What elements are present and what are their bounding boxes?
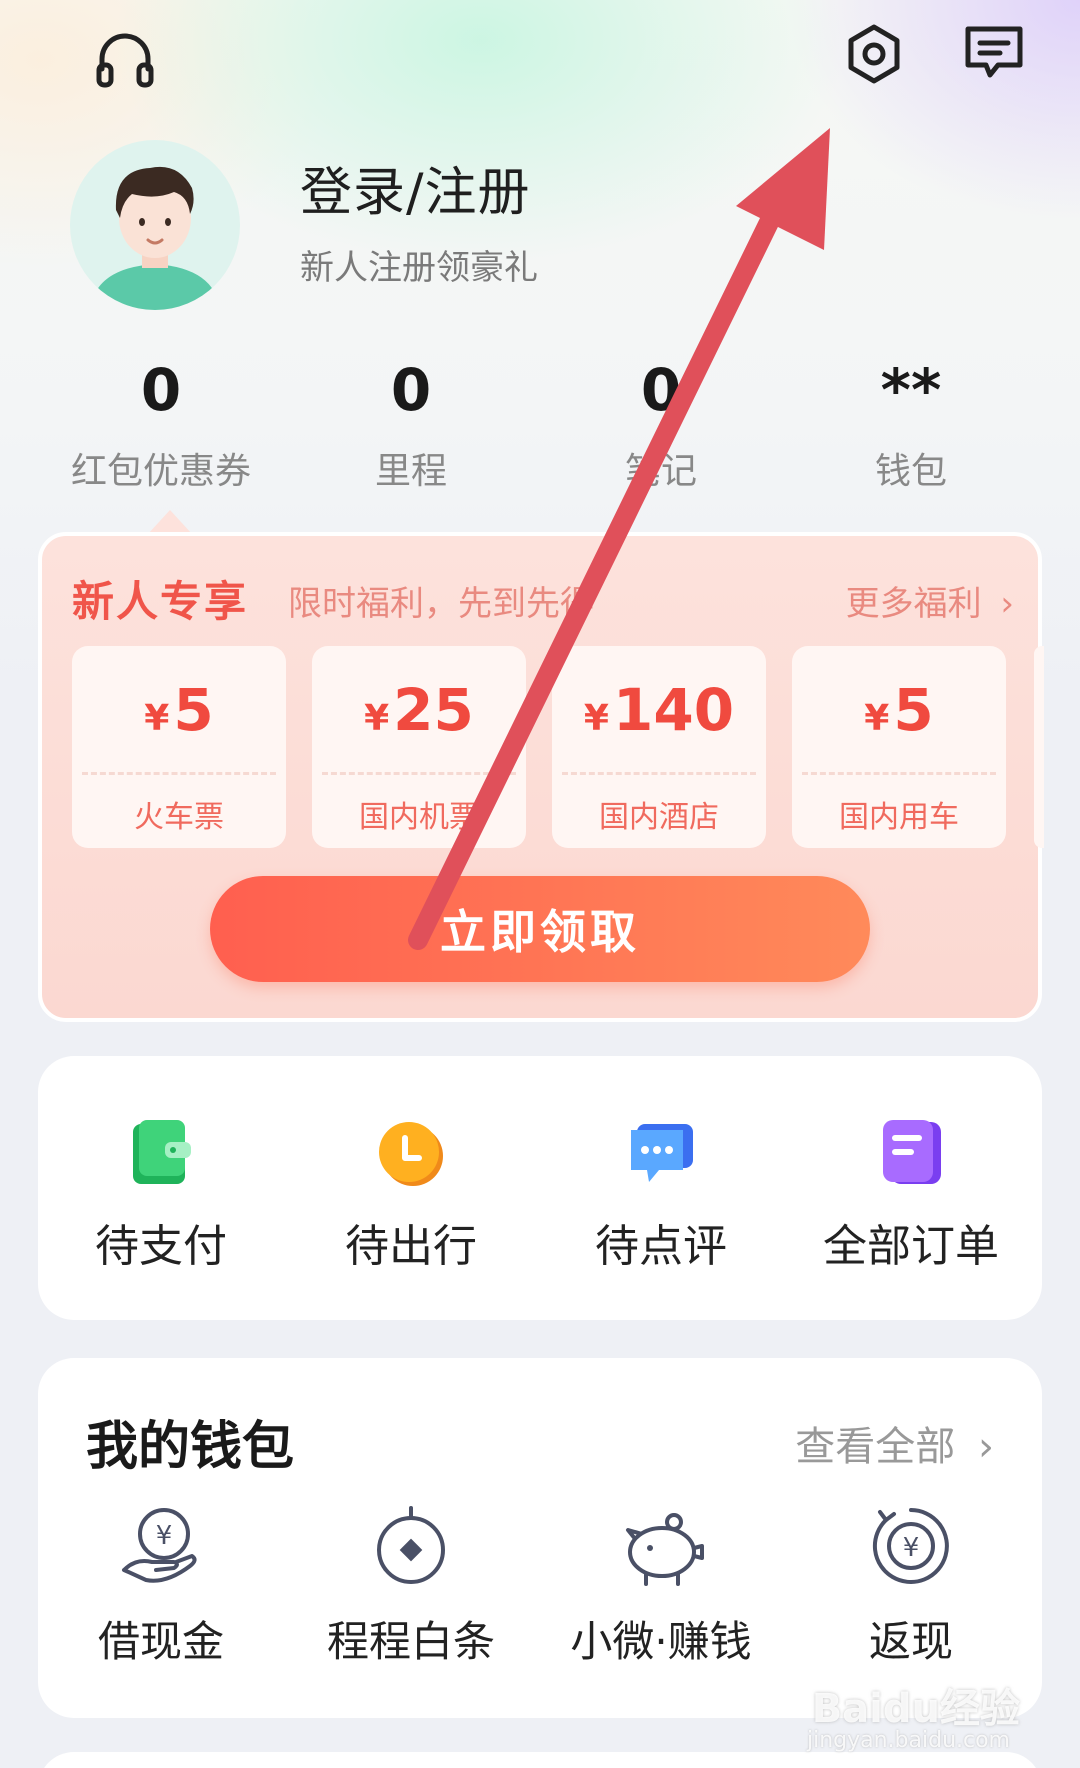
stat-value: 0 (390, 356, 432, 424)
stat-mileage[interactable]: 0 里程 (286, 350, 536, 494)
currency-symbol: ¥ (144, 698, 170, 739)
coupon-divider (562, 772, 756, 775)
wallet-label: 返现 (868, 1617, 953, 1666)
promo-pointer (148, 510, 192, 534)
svg-text:¥: ¥ (156, 1521, 173, 1551)
avatar[interactable] (70, 140, 240, 310)
chat-blue-icon (625, 1116, 697, 1188)
stat-coupons[interactable]: 0 红包优惠券 (36, 350, 286, 494)
wallet-micro-earn[interactable]: 小微·赚钱 (536, 1500, 786, 1669)
clock-orange-icon (375, 1116, 447, 1188)
view-all-link[interactable]: 查看全部 › (795, 1414, 994, 1472)
baidu-watermark-url: jingyan.baidu.com (806, 1728, 1010, 1753)
stat-label: 红包优惠券 (70, 451, 251, 492)
coupon-label: 国内酒店 (599, 800, 719, 835)
settings-icon[interactable] (834, 14, 914, 94)
order-pending-payment[interactable]: 待支付 (36, 1116, 286, 1274)
coupon-hotel[interactable]: ¥140 国内酒店 (552, 646, 766, 848)
order-label: 待点评 (595, 1221, 727, 1272)
next-section-card (38, 1752, 1042, 1768)
cashback-icon: ¥ (866, 1500, 956, 1590)
chevron-right-icon: › (978, 1424, 994, 1470)
coupon-label: 火车票 (134, 800, 224, 835)
currency-symbol: ¥ (364, 698, 390, 739)
coupon-amount: 140 (612, 676, 735, 744)
promo-subtitle: 限时福利，先到先得 (288, 584, 594, 624)
document-purple-icon (875, 1116, 947, 1188)
coupon-amount: 5 (893, 676, 934, 744)
wallet-title: 我的钱包 (86, 1417, 295, 1477)
wallet-label: 程程白条 (326, 1617, 495, 1666)
login-subtitle: 新人注册领豪礼 (300, 248, 538, 288)
wallet-label: 借现金 (97, 1617, 224, 1666)
stat-notes[interactable]: 0 笔记 (536, 350, 786, 494)
wallet-borrow-cash[interactable]: ¥ 借现金 (36, 1500, 286, 1669)
order-label: 待支付 (95, 1221, 227, 1272)
order-label: 待出行 (345, 1221, 477, 1272)
wallet-credit[interactable]: 程程白条 (286, 1500, 536, 1669)
cash-hand-icon: ¥ (116, 1500, 206, 1590)
stat-label: 里程 (374, 451, 447, 492)
coupon-divider (322, 772, 516, 775)
coupon-label: 国内用车 (839, 800, 959, 835)
wallet-label: 小微·赚钱 (570, 1617, 752, 1666)
order-all[interactable]: 全部订单 (786, 1116, 1036, 1274)
headset-icon[interactable] (85, 20, 165, 100)
chevron-right-icon: › (1000, 584, 1014, 624)
coupon-amount: 25 (393, 676, 474, 744)
promo-title: 新人专享 (72, 577, 249, 626)
coupon-divider (82, 772, 276, 775)
coupon-car[interactable]: ¥5 国内用车 (792, 646, 1006, 848)
coupon-train[interactable]: ¥5 火车票 (72, 646, 286, 848)
baidu-watermark: Baidu经验 (811, 1686, 1020, 1732)
coupon-amount: 5 (173, 676, 214, 744)
coupon-divider (802, 772, 996, 775)
stat-label: 钱包 (874, 451, 947, 492)
currency-symbol: ¥ (864, 698, 890, 739)
order-to-review[interactable]: 待点评 (536, 1116, 786, 1274)
message-icon[interactable] (954, 14, 1034, 94)
login-register-link[interactable]: 登录/注册 (300, 150, 531, 225)
wallet-cashback[interactable]: ¥ 返现 (786, 1500, 1036, 1669)
stat-label: 笔记 (624, 451, 697, 492)
order-upcoming-trip[interactable]: 待出行 (286, 1116, 536, 1274)
claim-now-button[interactable]: 立即领取 (210, 876, 870, 982)
coupon-next-peek (1034, 646, 1044, 848)
coupon-flight[interactable]: ¥25 国内机票 (312, 646, 526, 848)
stat-wallet[interactable]: ** 钱包 (786, 350, 1036, 494)
stat-value: ** (880, 356, 942, 424)
credit-circle-icon (366, 1500, 456, 1590)
coupon-label: 国内机票 (359, 800, 479, 835)
stat-value: 0 (140, 356, 182, 424)
stat-value: 0 (640, 356, 682, 424)
svg-text:¥: ¥ (903, 1533, 920, 1563)
wallet-green-icon (125, 1116, 197, 1188)
more-benefits-label: 更多福利 (845, 584, 982, 624)
piggy-bank-icon (616, 1500, 706, 1590)
view-all-label: 查看全部 (795, 1424, 956, 1470)
order-label: 全部订单 (823, 1221, 999, 1272)
more-benefits-link[interactable]: 更多福利 › (846, 576, 1014, 625)
currency-symbol: ¥ (583, 698, 609, 739)
